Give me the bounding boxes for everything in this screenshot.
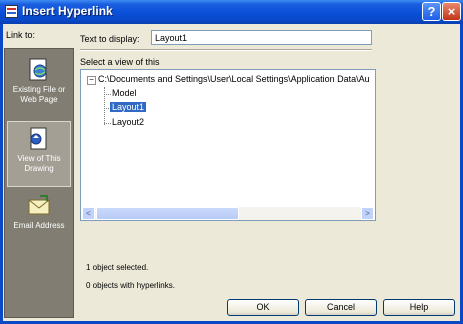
tree-guide — [104, 123, 111, 124]
status-selected: 1 object selected. — [86, 263, 149, 272]
scroll-right-icon[interactable]: > — [361, 207, 374, 220]
tree-expander-icon[interactable]: − — [87, 76, 96, 85]
separator — [80, 49, 372, 51]
email-icon — [28, 195, 50, 215]
link-to-sidebar: Existing File or Web Page View of This D… — [4, 48, 74, 318]
title-bar: Insert Hyperlink ? × — [0, 0, 463, 24]
sidebar-item-label: Email Address — [13, 221, 65, 230]
select-view-label: Select a view of this — [80, 57, 160, 67]
drawing-view-icon — [30, 127, 47, 150]
ok-button[interactable]: OK — [227, 299, 299, 316]
sidebar-item-label: Existing File or Web Page — [12, 85, 66, 104]
tree-guide — [104, 87, 105, 125]
window-title: Insert Hyperlink — [22, 4, 113, 18]
link-to-label: Link to: — [6, 30, 36, 40]
tree-item-layout2[interactable]: Layout2 — [112, 117, 144, 127]
horizontal-scrollbar[interactable]: < > — [82, 207, 374, 220]
text-to-display-input[interactable]: Layout1 — [151, 30, 372, 45]
web-page-icon — [29, 58, 47, 81]
close-button[interactable]: × — [442, 2, 461, 21]
cancel-button[interactable]: Cancel — [305, 299, 377, 316]
help-title-button[interactable]: ? — [422, 2, 441, 21]
view-tree[interactable]: − C:\Documents and Settings\User\Local S… — [80, 69, 376, 221]
sidebar-item-view-of-drawing[interactable]: View of This Drawing — [7, 121, 71, 187]
tree-root[interactable]: C:\Documents and Settings\User\Local Set… — [98, 74, 370, 84]
sidebar-item-label: View of This Drawing — [17, 154, 61, 173]
sidebar-item-email[interactable]: Email Address — [7, 189, 71, 255]
text-to-display-label: Text to display: — [80, 34, 140, 44]
help-button[interactable]: Help — [383, 299, 455, 316]
app-icon — [5, 5, 18, 18]
scroll-thumb[interactable] — [96, 207, 239, 220]
tree-item-model[interactable]: Model — [112, 88, 137, 98]
tree-item-layout1[interactable]: Layout1 — [110, 102, 147, 112]
status-hyperlinks: 0 objects with hyperlinks. — [86, 281, 175, 290]
sidebar-item-existing-file[interactable]: Existing File or Web Page — [7, 53, 71, 119]
tree-guide — [104, 94, 111, 95]
scroll-left-icon[interactable]: < — [82, 207, 95, 220]
